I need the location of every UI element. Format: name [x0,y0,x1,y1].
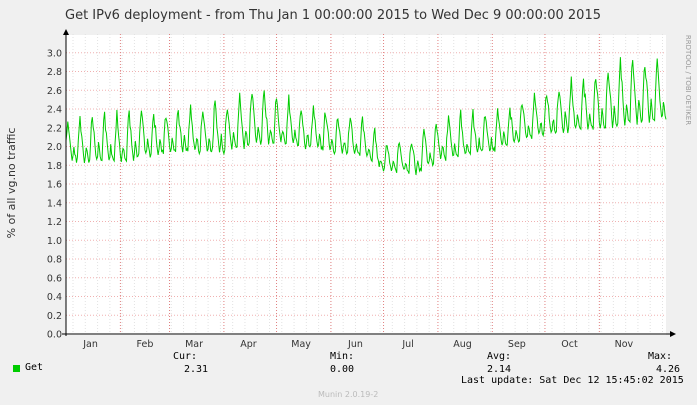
legend-max-label: Max: [648,351,673,362]
last-update: Last update: Sat Dec 12 15:45:02 2015 [461,375,684,386]
y-tick-label: 0.8 [47,255,62,266]
x-tick-label: Nov [615,339,634,350]
x-tick-label: Jul [401,339,413,350]
legend-max-value: 4.26 [656,364,681,375]
legend-avg-label: Avg: [487,351,512,362]
y-tick-label: 1.0 [47,236,62,247]
y-tick-label: 0.4 [47,292,62,303]
y-tick-label: 0.6 [47,273,62,284]
y-tick-label: 0.2 [47,311,62,322]
x-tick-label: Sep [508,339,526,350]
y-tick-label: 2.2 [47,123,62,134]
y-tick-labels: 0.0 0.2 0.4 0.6 0.8 1.0 1.2 1.4 1.6 1.8 2.0 2.2 2.4 2… [47,48,62,340]
y-tick-label: 1.6 [47,180,62,191]
y-tick-label: 1.2 [47,217,62,228]
y-tick-label: 2.4 [47,105,62,116]
x-tick-labels: Jan Feb Mar Apr May Jun Jul Aug Sep Oct Nov [82,339,633,350]
x-tick-label: Mar [185,339,203,350]
y-tick-label: 1.4 [47,198,62,209]
y-tick-label: 2.0 [47,142,62,153]
y-tick-label: 3.0 [47,48,62,59]
x-tick-label: Apr [240,339,257,350]
y-tick-label: 2.6 [47,86,62,97]
x-tick-label: Jan [82,339,98,350]
x-tick-label: May [291,339,311,350]
y-axis-label: % of all vg.no traffic [5,128,18,239]
chart: 0.0 0.2 0.4 0.6 0.8 1.0 1.2 1.4 1.6 1.8 2.0 2.2 2.4 2… [5,8,692,350]
y-tick-label: 0.0 [47,330,62,341]
x-tick-label: Feb [137,339,154,350]
legend-cur-value: 2.31 [184,364,209,375]
x-tick-label: Oct [561,339,578,350]
chart-title: Get IPv6 deployment - from Thu Jan 1 00:… [65,8,601,23]
munin-version: Munin 2.0.19-2 [318,390,379,399]
legend-swatch-get [13,365,20,372]
y-axis-arrow [63,29,69,35]
legend-min-label: Min: [330,351,355,362]
x-axis-arrow [670,331,676,337]
legend-cur-label: Cur: [173,351,198,362]
legend-avg-value: 2.14 [487,364,512,375]
plot-area [66,35,666,335]
x-tick-label: Jun [347,339,363,350]
side-label: RRDTOOL / TOBI OETIKER [684,35,692,125]
legend-min-value: 0.00 [330,364,355,375]
x-tick-label: Aug [453,339,472,350]
y-tick-label: 1.8 [47,161,62,172]
legend-series-name: Get [25,362,44,373]
y-tick-label: 2.8 [47,67,62,78]
